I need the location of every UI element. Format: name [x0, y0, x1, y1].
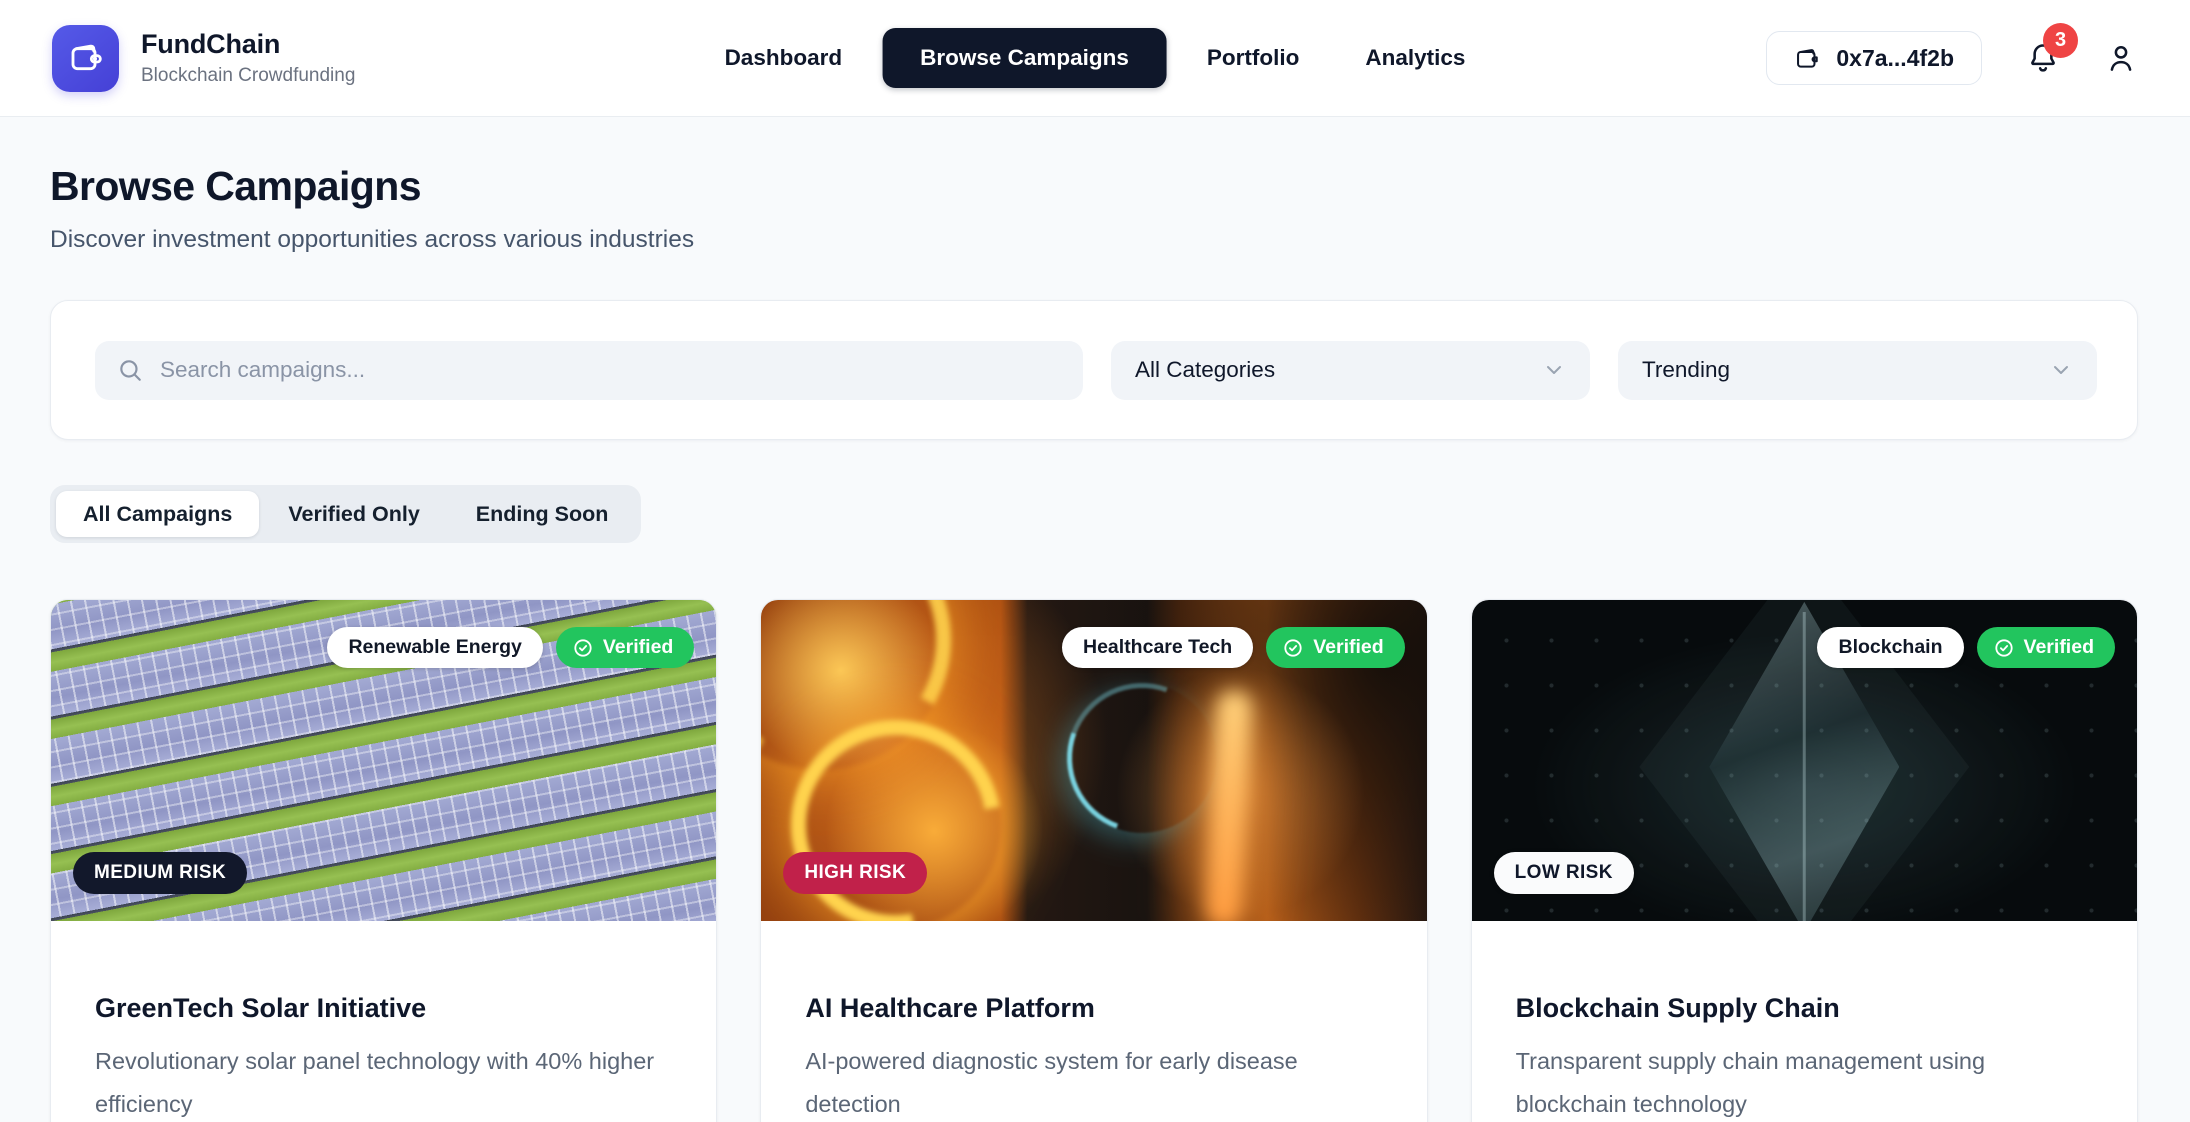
wallet-address-button[interactable]: 0x7a...4f2b	[1766, 31, 1982, 85]
neon-bar-shape	[1205, 689, 1253, 921]
sort-select[interactable]: Trending	[1618, 341, 2097, 400]
category-select[interactable]: All Categories	[1111, 341, 1590, 400]
check-circle-icon	[1993, 637, 2015, 659]
campaign-description: AI-powered diagnostic system for early d…	[805, 1040, 1382, 1122]
tab-ending-soon[interactable]: Ending Soon	[449, 491, 636, 537]
verified-label: Verified	[1313, 636, 1383, 659]
campaign-description: Revolutionary solar panel technology wit…	[95, 1040, 672, 1122]
risk-badge: HIGH RISK	[783, 852, 927, 894]
filter-panel: All Categories Trending	[50, 300, 2138, 440]
wallet-icon	[1794, 45, 1821, 72]
nav-item-analytics[interactable]: Analytics	[1339, 29, 1491, 87]
search-icon	[117, 357, 143, 383]
campaign-title: AI Healthcare Platform	[805, 993, 1382, 1024]
wallet-icon	[66, 38, 106, 78]
user-icon	[2104, 41, 2138, 75]
verified-label: Verified	[2024, 636, 2094, 659]
app-logo[interactable]	[52, 25, 119, 92]
campaign-tabs: All Campaigns Verified Only Ending Soon	[50, 485, 641, 543]
tab-verified-only[interactable]: Verified Only	[261, 491, 446, 537]
category-select-value: All Categories	[1135, 357, 1275, 383]
category-badge: Healthcare Tech	[1062, 627, 1253, 668]
category-badge: Blockchain	[1817, 627, 1963, 668]
top-navbar: FundChain Blockchain Crowdfunding Dashbo…	[0, 0, 2190, 117]
main-content: Browse Campaigns Discover investment opp…	[0, 163, 2190, 1122]
notifications-button[interactable]: 3	[2026, 41, 2060, 75]
category-badge: Renewable Energy	[327, 627, 542, 668]
campaign-title: Blockchain Supply Chain	[1516, 993, 2093, 1024]
user-menu-button[interactable]	[2104, 41, 2138, 75]
nav-item-browse-campaigns[interactable]: Browse Campaigns	[882, 28, 1167, 88]
nav-item-dashboard[interactable]: Dashboard	[699, 29, 869, 87]
campaign-card[interactable]: Blockchain Verified LOW RISK Blockchain …	[1471, 599, 2138, 1122]
campaign-description: Transparent supply chain management usin…	[1516, 1040, 2093, 1122]
page-title: Browse Campaigns	[50, 163, 2138, 210]
verified-badge: Verified	[556, 627, 694, 668]
sort-select-value: Trending	[1642, 357, 1730, 383]
nav-item-portfolio[interactable]: Portfolio	[1181, 29, 1325, 87]
verified-badge: Verified	[1977, 627, 2115, 668]
card-body: AI Healthcare Platform AI-powered diagno…	[761, 921, 1426, 1122]
check-circle-icon	[572, 637, 594, 659]
search-input[interactable]	[160, 357, 1061, 383]
notification-count-badge: 3	[2043, 23, 2078, 58]
campaign-grid: Renewable Energy Verified MEDIUM RISK Gr…	[50, 599, 2138, 1122]
campaign-title: GreenTech Solar Initiative	[95, 993, 672, 1024]
chevron-down-icon	[1542, 358, 1566, 382]
campaign-image-blockchain-crystal: Blockchain Verified LOW RISK	[1472, 600, 2137, 921]
verified-label: Verified	[603, 636, 673, 659]
campaign-image-solar-panels: Renewable Energy Verified MEDIUM RISK	[51, 600, 716, 921]
brand-text: FundChain Blockchain Crowdfunding	[141, 29, 355, 87]
page-subtitle: Discover investment opportunities across…	[50, 226, 2138, 254]
header-actions: 0x7a...4f2b 3	[1766, 31, 2138, 85]
wallet-address: 0x7a...4f2b	[1836, 45, 1954, 72]
crystal-seam-shape	[1803, 612, 1806, 921]
search-box	[95, 341, 1083, 400]
risk-badge: MEDIUM RISK	[73, 852, 247, 894]
tab-all-campaigns[interactable]: All Campaigns	[56, 491, 259, 537]
campaign-image-neon-lab: Healthcare Tech Verified HIGH RISK	[761, 600, 1426, 921]
brand: FundChain Blockchain Crowdfunding	[52, 25, 355, 92]
main-nav: Dashboard Browse Campaigns Portfolio Ana…	[699, 28, 1492, 88]
campaign-card[interactable]: Healthcare Tech Verified HIGH RISK AI He…	[760, 599, 1427, 1122]
campaign-card[interactable]: Renewable Energy Verified MEDIUM RISK Gr…	[50, 599, 717, 1122]
card-body: GreenTech Solar Initiative Revolutionary…	[51, 921, 716, 1122]
app-title: FundChain	[141, 29, 355, 60]
app-tagline: Blockchain Crowdfunding	[141, 65, 355, 87]
verified-badge: Verified	[1266, 627, 1404, 668]
check-circle-icon	[1282, 637, 1304, 659]
risk-badge: LOW RISK	[1494, 852, 1634, 894]
chevron-down-icon	[2049, 358, 2073, 382]
card-body: Blockchain Supply Chain Transparent supp…	[1472, 921, 2137, 1122]
